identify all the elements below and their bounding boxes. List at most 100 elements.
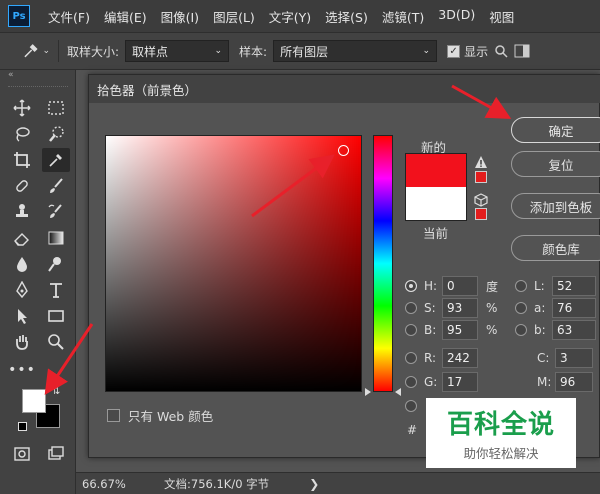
web-only-checkbox[interactable] xyxy=(107,409,120,422)
history-brush-icon xyxy=(48,204,62,218)
red-input[interactable]: 242 xyxy=(442,348,478,368)
zoom-level[interactable]: 66.67% xyxy=(82,477,152,491)
photoshop-logo: Ps xyxy=(8,5,30,27)
magenta-input[interactable]: 96 xyxy=(555,372,593,392)
hand-icon xyxy=(16,335,28,350)
screen-mode-button[interactable] xyxy=(42,442,70,466)
pen-tool[interactable] xyxy=(8,278,36,302)
brightness-input[interactable]: 95 xyxy=(442,320,478,340)
green-input[interactable]: 17 xyxy=(442,372,478,392)
hue-slider-right-handle[interactable] xyxy=(395,388,401,396)
brush-tool[interactable] xyxy=(42,174,70,198)
dodge-tool[interactable] xyxy=(42,252,70,276)
menu-file[interactable]: 文件(F) xyxy=(48,7,90,26)
default-colors-icon[interactable] xyxy=(18,422,27,431)
web-only-option[interactable]: 只有 Web 颜色 xyxy=(107,406,213,425)
marquee-tool[interactable] xyxy=(42,96,70,120)
foreground-color-swatch[interactable] xyxy=(22,389,46,413)
sample-size-select[interactable]: 取样点 ⌄ xyxy=(125,40,230,62)
chevron-right-icon[interactable]: ❯ xyxy=(309,477,319,491)
lab-a-input[interactable]: 76 xyxy=(552,298,596,318)
brightness-unit: % xyxy=(486,323,498,337)
crop-icon xyxy=(14,152,30,168)
green-radio[interactable] xyxy=(405,376,417,388)
gamut-warning-icon[interactable] xyxy=(474,155,488,169)
menu-3d[interactable]: 3D(D) xyxy=(438,7,475,26)
web-only-label: 只有 Web 颜色 xyxy=(128,409,214,424)
hue-label: H: xyxy=(424,279,438,293)
blue-radio[interactable] xyxy=(405,400,417,412)
show-ring-checkbox[interactable]: ✓ xyxy=(447,44,461,58)
color-picker-ring[interactable] xyxy=(338,145,349,156)
color-libraries-button[interactable]: 颜色库 xyxy=(511,235,600,261)
lab-b-row: b: 63 xyxy=(515,319,596,341)
blur-tool[interactable] xyxy=(8,252,36,276)
collapse-icon[interactable]: « xyxy=(8,70,14,80)
eyedropper-tool[interactable] xyxy=(42,148,70,172)
web-safe-color-swatch[interactable] xyxy=(475,208,487,220)
more-tools[interactable]: ••• xyxy=(8,358,36,382)
menu-edit[interactable]: 编辑(E) xyxy=(104,7,147,26)
hue-row: H: 0 度 xyxy=(405,275,498,297)
search-icon[interactable] xyxy=(494,44,508,58)
type-tool[interactable] xyxy=(42,278,70,302)
swap-colors-icon[interactable]: ⇅ xyxy=(52,386,60,397)
new-color-swatch xyxy=(405,153,467,187)
path-selection-tool[interactable] xyxy=(8,304,36,328)
ok-button[interactable]: 确定 xyxy=(511,117,600,143)
brightness-radio[interactable] xyxy=(405,324,417,336)
current-color-swatch[interactable] xyxy=(405,187,467,221)
add-to-swatches-button[interactable]: 添加到色板 xyxy=(511,193,600,219)
lab-l-input[interactable]: 52 xyxy=(552,276,596,296)
web-safe-cube-icon[interactable] xyxy=(474,193,488,207)
lab-l-radio[interactable] xyxy=(515,280,527,292)
crop-tool[interactable] xyxy=(8,148,36,172)
workspace-icon[interactable] xyxy=(514,44,530,58)
rectangle-icon xyxy=(48,310,64,322)
lasso-tool[interactable] xyxy=(8,122,36,146)
menu-items: 文件(F) 编辑(E) 图像(I) 图层(L) 文字(Y) 选择(S) 滤镜(T… xyxy=(48,7,528,26)
quick-selection-tool[interactable] xyxy=(42,122,70,146)
hue-input[interactable]: 0 xyxy=(442,276,478,296)
more-icon: ••• xyxy=(8,362,36,378)
lab-a-radio[interactable] xyxy=(515,302,527,314)
sample-select[interactable]: 所有图层 ⌄ xyxy=(273,40,438,62)
history-brush-tool[interactable] xyxy=(42,200,70,224)
gradient-tool[interactable] xyxy=(42,226,70,250)
saturation-brightness-field[interactable] xyxy=(105,135,362,392)
saturation-row: S: 93 % xyxy=(405,297,497,319)
hex-label: # xyxy=(407,423,418,437)
zoom-icon xyxy=(48,334,64,350)
hand-tool[interactable] xyxy=(8,330,36,354)
saturation-input[interactable]: 93 xyxy=(442,298,478,318)
menu-type[interactable]: 文字(Y) xyxy=(269,7,311,26)
red-radio[interactable] xyxy=(405,352,417,364)
zoom-tool[interactable] xyxy=(42,330,70,354)
magenta-label: M: xyxy=(537,375,552,389)
saturation-radio[interactable] xyxy=(405,302,417,314)
gamut-color-swatch[interactable] xyxy=(475,171,487,183)
menu-view[interactable]: 视图 xyxy=(489,7,514,26)
menu-layer[interactable]: 图层(L) xyxy=(213,7,255,26)
toolbox-grip[interactable] xyxy=(8,86,68,92)
lab-b-radio[interactable] xyxy=(515,324,527,336)
eraser-tool[interactable] xyxy=(8,226,36,250)
pointer-icon xyxy=(18,309,27,324)
hue-radio[interactable] xyxy=(405,280,417,292)
hue-slider-left-handle[interactable] xyxy=(365,388,371,396)
lab-b-label: b: xyxy=(534,323,546,337)
lab-b-input[interactable]: 63 xyxy=(552,320,596,340)
menu-filter[interactable]: 滤镜(T) xyxy=(382,7,424,26)
quick-mask-button[interactable] xyxy=(8,442,36,466)
cyan-input[interactable]: 3 xyxy=(555,348,593,368)
hue-slider[interactable] xyxy=(373,135,393,392)
screen-mode-icon xyxy=(48,446,64,460)
eyedropper-tool-preset[interactable]: ⌄ xyxy=(22,40,50,62)
reset-button[interactable]: 复位 xyxy=(511,151,600,177)
move-tool[interactable] xyxy=(8,96,36,120)
rectangle-tool[interactable] xyxy=(42,304,70,328)
menu-image[interactable]: 图像(I) xyxy=(161,7,199,26)
clone-stamp-tool[interactable] xyxy=(8,200,36,224)
healing-brush-tool[interactable] xyxy=(8,174,36,198)
menu-select[interactable]: 选择(S) xyxy=(325,7,368,26)
